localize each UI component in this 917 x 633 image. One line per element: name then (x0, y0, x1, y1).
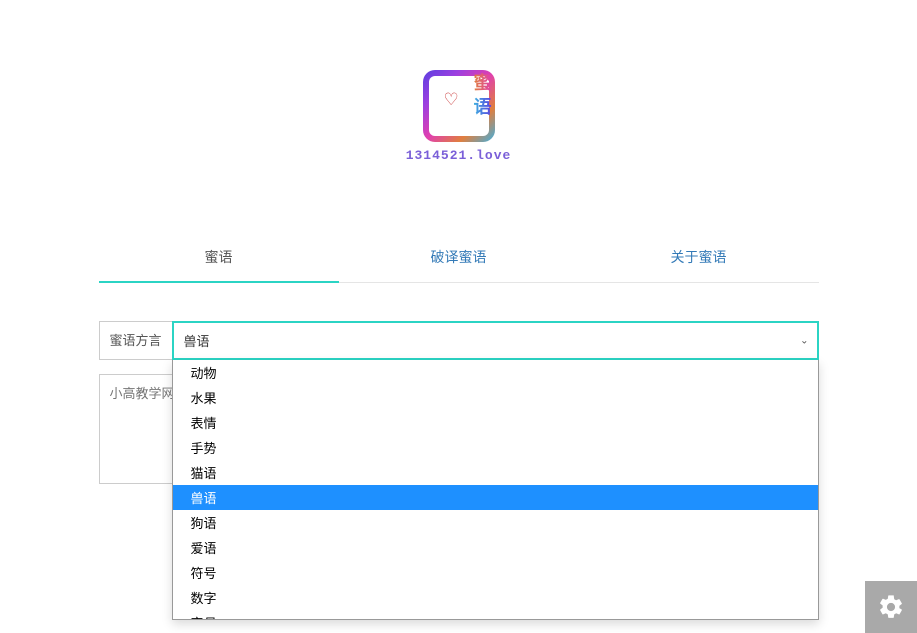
logo-char-2: 语 (474, 93, 492, 119)
logo: ♡ 蜜 语 1314521.love (99, 70, 819, 163)
settings-button[interactable] (865, 581, 917, 633)
dialect-option[interactable]: 符号 (173, 560, 818, 585)
tab-decode[interactable]: 破译蜜语 (339, 233, 579, 282)
dialect-option[interactable]: 数字 (173, 585, 818, 610)
tabs: 蜜语 破译蜜语 关于蜜语 (99, 233, 819, 283)
dialect-option[interactable]: 字母 (173, 610, 818, 620)
dialect-option[interactable]: 表情 (173, 410, 818, 435)
dialect-select[interactable]: 兽语 (172, 321, 819, 360)
dialect-label: 蜜语方言 (99, 321, 172, 360)
heart-icon: ♡ (444, 90, 459, 109)
dialect-dropdown[interactable]: 动物水果表情手势猫语兽语狗语爱语符号数字字母 (172, 360, 819, 620)
dialect-option[interactable]: 猫语 (173, 460, 818, 485)
logo-box: ♡ 蜜 语 (423, 70, 495, 142)
dialect-selected-value: 兽语 (184, 331, 210, 350)
gear-icon (877, 593, 905, 621)
dialect-option[interactable]: 动物 (173, 360, 818, 385)
logo-url: 1314521.love (406, 148, 512, 163)
dialect-option[interactable]: 手势 (173, 435, 818, 460)
tab-about[interactable]: 关于蜜语 (579, 233, 819, 282)
dialect-option[interactable]: 水果 (173, 385, 818, 410)
dialect-option[interactable]: 爱语 (173, 535, 818, 560)
tab-miyu[interactable]: 蜜语 (99, 233, 339, 283)
dialect-row: 蜜语方言 兽语 ⌄ 动物水果表情手势猫语兽语狗语爱语符号数字字母 (99, 321, 819, 360)
logo-char-1: 蜜 (474, 69, 492, 95)
dialect-option[interactable]: 狗语 (173, 510, 818, 535)
dialect-option[interactable]: 兽语 (173, 485, 818, 510)
